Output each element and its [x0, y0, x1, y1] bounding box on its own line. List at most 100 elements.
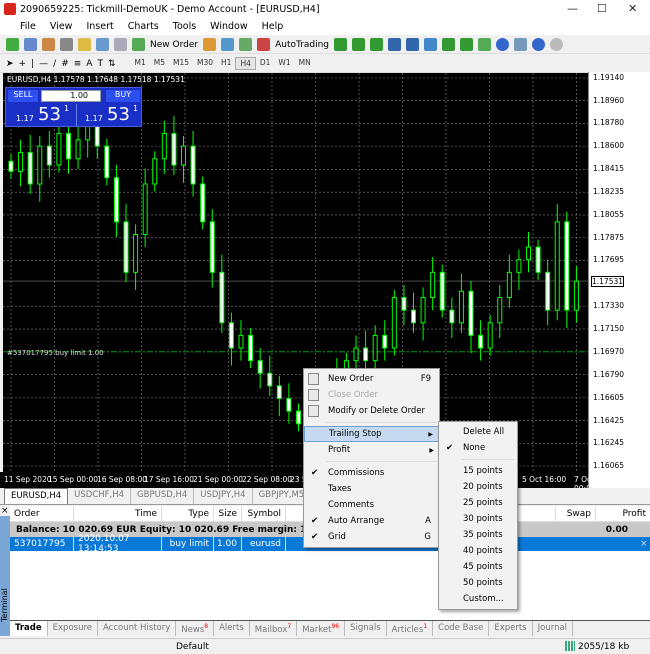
fibonacci-icon[interactable]: ≡: [74, 59, 82, 69]
chart-tab-usdjpy[interactable]: USDJPY,H4: [194, 488, 253, 504]
menu-item-commissions[interactable]: ✔ Commissions: [304, 465, 439, 481]
line-chart-icon[interactable]: [370, 38, 383, 51]
timeframe-d1[interactable]: D1: [256, 57, 275, 70]
timeframe-mn[interactable]: MN: [295, 57, 315, 70]
timeframe-h1[interactable]: H1: [217, 57, 235, 70]
chart-tab-usdchf[interactable]: USDCHF,H4: [68, 488, 132, 504]
menu-tools[interactable]: Tools: [173, 21, 196, 32]
menu-item-custom[interactable]: Custom...: [439, 591, 517, 607]
indicators-icon[interactable]: [478, 38, 491, 51]
maximize-button[interactable]: ☐: [597, 2, 607, 15]
channel-icon[interactable]: #: [61, 59, 69, 69]
price-chart[interactable]: EURUSD,H4 1.17578 1.17648 1.17518 1.1753…: [3, 73, 588, 472]
terminal-icon[interactable]: [96, 38, 109, 51]
vps-icon[interactable]: [239, 38, 253, 51]
buy-button[interactable]: BUY: [106, 90, 140, 102]
menu-item-40-points[interactable]: 40 points: [439, 543, 517, 559]
chart-tab-eurusd[interactable]: EURUSD,H4: [4, 488, 69, 504]
volume-input[interactable]: 1.00: [41, 90, 101, 102]
tab-account-history[interactable]: Account History: [98, 621, 177, 636]
tab-signals[interactable]: Signals: [345, 621, 387, 636]
sell-button[interactable]: SELL: [8, 90, 38, 102]
col-time[interactable]: Time: [74, 506, 162, 521]
signals-icon[interactable]: [221, 38, 235, 51]
menu-item-new-order[interactable]: New Order F9: [304, 371, 439, 387]
search-icon[interactable]: [532, 38, 545, 51]
sell-price[interactable]: 1.17 53 1: [8, 104, 74, 126]
vertical-line-icon[interactable]: |: [31, 59, 34, 69]
zoom-in-icon[interactable]: [388, 38, 401, 51]
timeframe-m1[interactable]: M1: [131, 57, 150, 70]
col-symbol[interactable]: Symbol: [242, 506, 286, 521]
minimize-button[interactable]: —: [567, 2, 578, 15]
menu-item-auto-arrange[interactable]: ✔ Auto Arrange A: [304, 513, 439, 529]
tab-articles[interactable]: Articles1: [387, 621, 434, 636]
navigator-icon[interactable]: [78, 38, 91, 51]
menu-item-20-points[interactable]: 20 points: [439, 479, 517, 495]
new-chart-icon[interactable]: [6, 38, 19, 51]
menu-window[interactable]: Window: [210, 21, 247, 32]
chart-tab-gbpusd[interactable]: GBPUSD,H4: [131, 488, 195, 504]
tab-mailbox[interactable]: Mailbox7: [250, 621, 298, 636]
col-profit[interactable]: Profit: [596, 506, 650, 521]
crosshair-tool-icon[interactable]: +: [19, 59, 27, 69]
templates-icon[interactable]: [514, 38, 527, 51]
periods-icon[interactable]: [496, 38, 509, 51]
menu-item-15-points[interactable]: 15 points: [439, 463, 517, 479]
col-size[interactable]: Size: [214, 506, 242, 521]
tile-icon[interactable]: [424, 38, 437, 51]
metaeditor-icon[interactable]: [203, 38, 217, 51]
menu-item-grid[interactable]: ✔ Grid G: [304, 529, 439, 545]
new-order-button[interactable]: New Order: [150, 40, 198, 50]
tester-icon[interactable]: [114, 38, 127, 51]
menu-item-45-points[interactable]: 45 points: [439, 559, 517, 575]
terminal-close-icon[interactable]: ×: [0, 506, 10, 516]
tab-news[interactable]: News8: [176, 621, 215, 636]
timeframe-h4[interactable]: H4: [235, 57, 256, 70]
menu-item-50-points[interactable]: 50 points: [439, 575, 517, 591]
menu-file[interactable]: File: [20, 21, 36, 32]
text-label-icon[interactable]: T: [97, 59, 103, 69]
menu-help[interactable]: Help: [262, 21, 284, 32]
col-order[interactable]: Order: [10, 506, 74, 521]
timeframe-m5[interactable]: M5: [150, 57, 169, 70]
buy-price[interactable]: 1.17 53 1: [76, 104, 142, 126]
menu-item-delete-all[interactable]: Delete All: [439, 424, 517, 440]
price-axis[interactable]: 1.19140 1.18960 1.18780 1.18600 1.18415 1.182…: [588, 72, 650, 488]
candlestick-icon[interactable]: [352, 38, 365, 51]
close-button[interactable]: ✕: [628, 2, 637, 15]
col-swap[interactable]: Swap: [556, 506, 596, 521]
menu-charts[interactable]: Charts: [128, 21, 159, 32]
menu-insert[interactable]: Insert: [86, 21, 113, 32]
menu-item-35-points[interactable]: 35 points: [439, 527, 517, 543]
timeframe-w1[interactable]: W1: [274, 57, 294, 70]
timeframe-m15[interactable]: M15: [169, 57, 193, 70]
crosshair-icon[interactable]: [60, 38, 73, 51]
trendline-icon[interactable]: /: [53, 59, 56, 69]
tab-code-base[interactable]: Code Base: [433, 621, 490, 636]
tab-journal[interactable]: Journal: [533, 621, 574, 636]
tab-trade[interactable]: Trade: [10, 621, 48, 636]
menu-item-taxes[interactable]: Taxes: [304, 481, 439, 497]
menu-item-profit[interactable]: Profit ▶: [304, 442, 439, 458]
delete-order-icon[interactable]: ×: [636, 537, 650, 551]
menu-item-comments[interactable]: Comments: [304, 497, 439, 513]
menu-item-30-points[interactable]: 30 points: [439, 511, 517, 527]
chat-icon[interactable]: [550, 38, 563, 51]
autotrading-button[interactable]: AutoTrading: [275, 40, 329, 50]
col-type[interactable]: Type: [162, 506, 214, 521]
menu-item-25-points[interactable]: 25 points: [439, 495, 517, 511]
tab-exposure[interactable]: Exposure: [48, 621, 99, 636]
timeframe-m30[interactable]: M30: [193, 57, 217, 70]
tab-market[interactable]: Market96: [297, 621, 346, 636]
menu-item-none[interactable]: ✔ None: [439, 440, 517, 456]
tab-alerts[interactable]: Alerts: [214, 621, 250, 636]
autoscroll-icon[interactable]: [442, 38, 455, 51]
cursor-icon[interactable]: ➤: [6, 59, 14, 69]
menu-item-trailing-stop[interactable]: Trailing Stop ▶: [304, 426, 439, 442]
zoom-out-icon[interactable]: [406, 38, 419, 51]
profiles-icon[interactable]: [24, 38, 37, 51]
market-watch-icon[interactable]: [42, 38, 55, 51]
chart-shift-icon[interactable]: [460, 38, 473, 51]
bar-chart-icon[interactable]: [334, 38, 347, 51]
